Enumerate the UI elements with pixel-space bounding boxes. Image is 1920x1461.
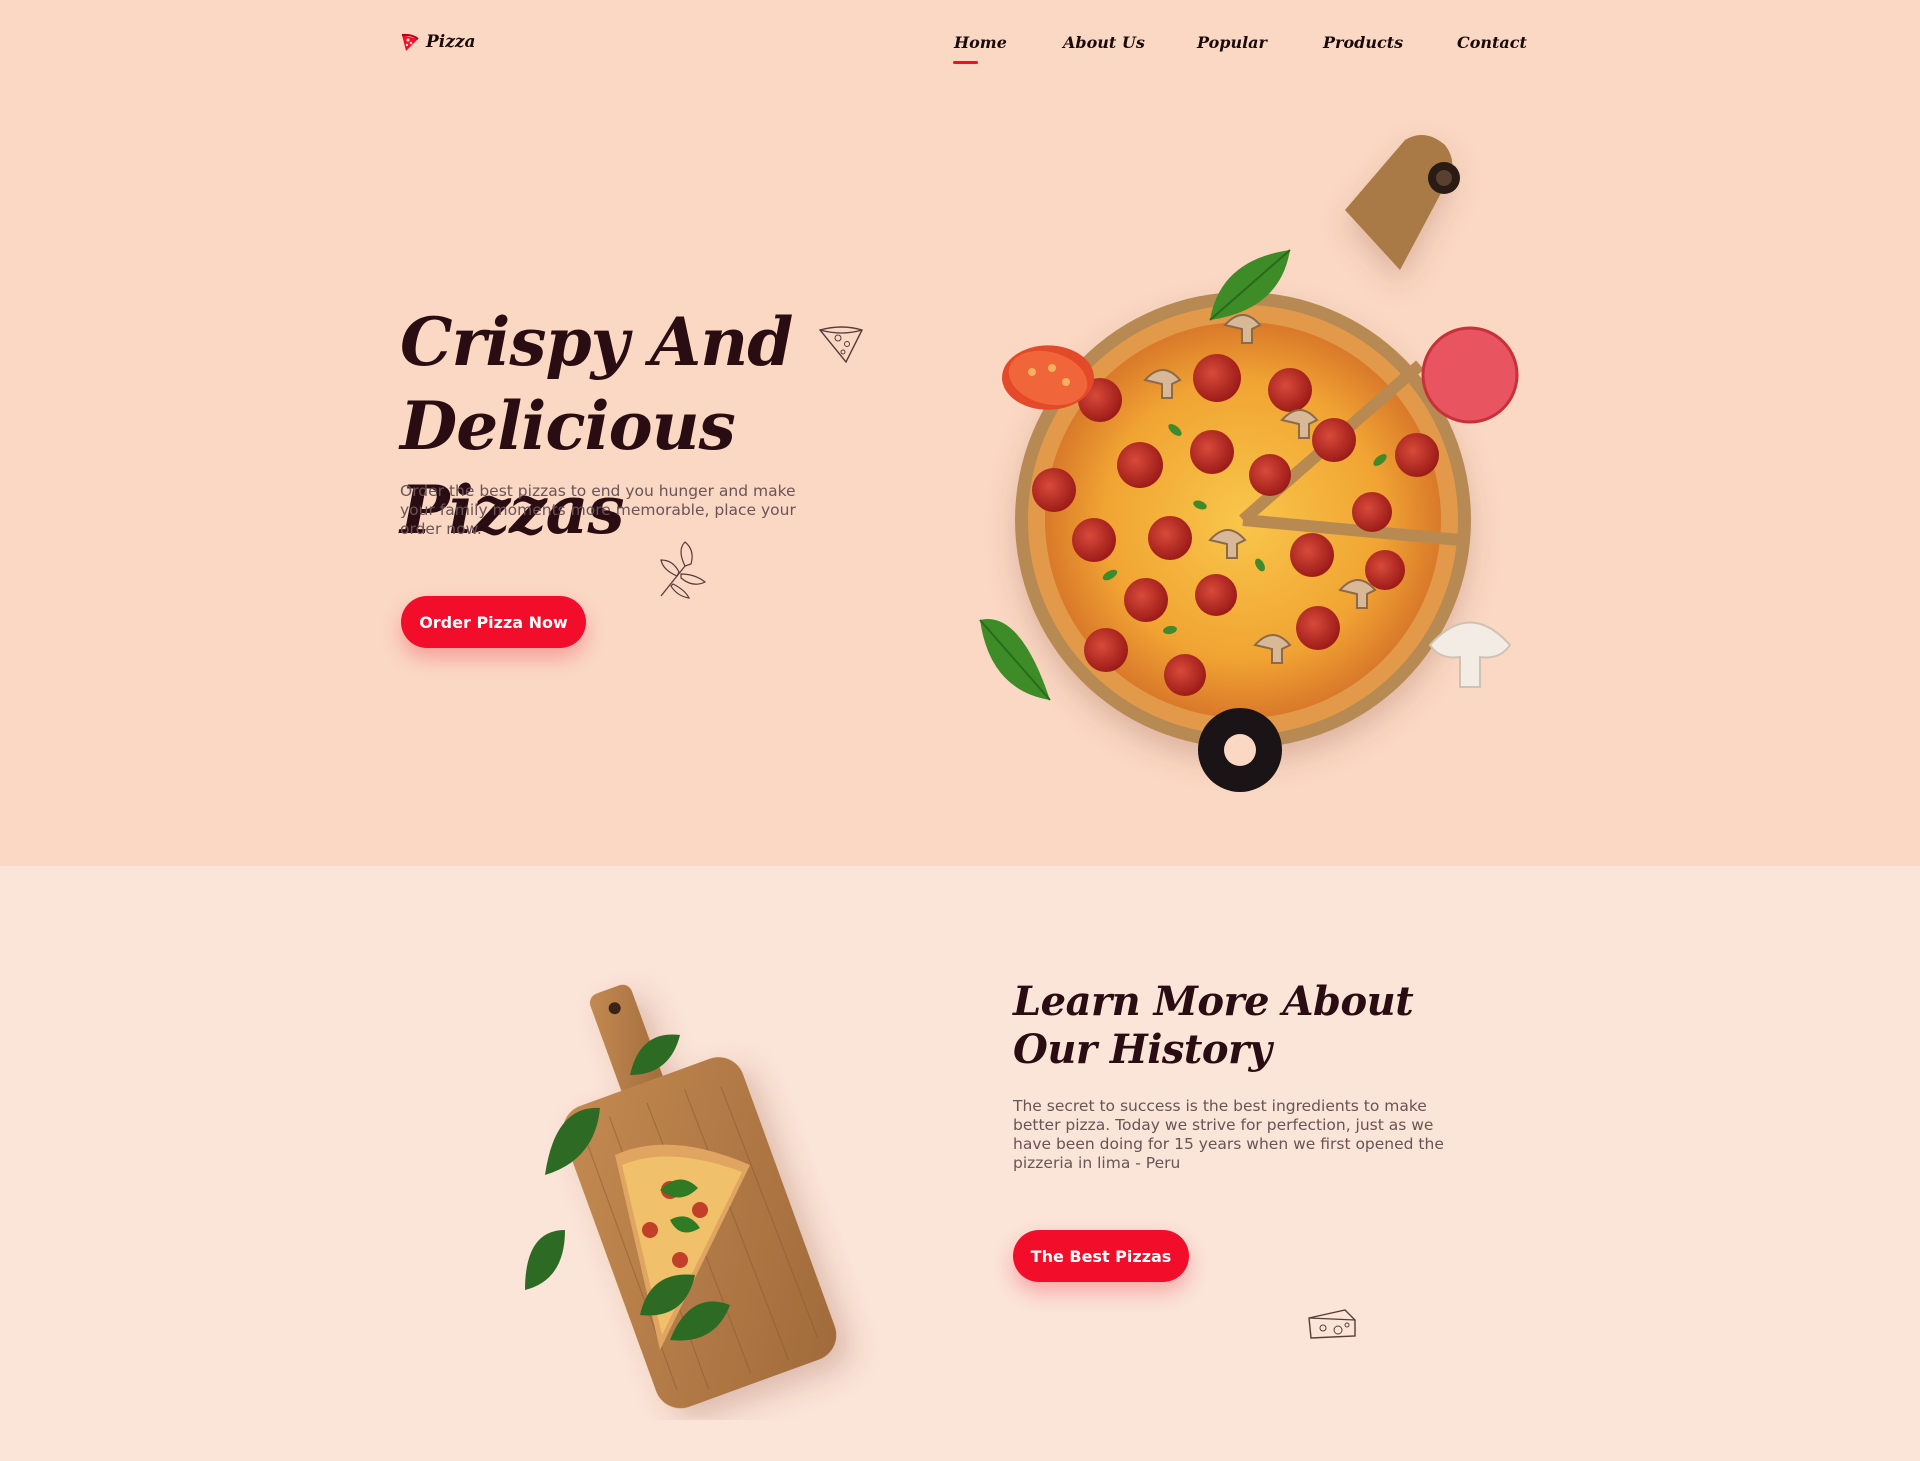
- cheese-doodle-icon: [1308, 1309, 1356, 1339]
- hero-description: Order the best pizzas to end you hunger …: [400, 482, 796, 538]
- about-section: [0, 866, 1920, 1461]
- hero-title-line-1: Crispy And: [400, 303, 793, 381]
- nav-contact[interactable]: Contact: [1457, 33, 1527, 52]
- order-pizza-button[interactable]: Order Pizza Now: [401, 596, 586, 648]
- basil-leaf-doodle-icon: [660, 541, 707, 599]
- nav-home[interactable]: Home: [954, 33, 1007, 52]
- pizza-on-board-image: [960, 120, 1530, 820]
- nav-popular[interactable]: Popular: [1197, 33, 1267, 52]
- main-nav: Home About Us Popular Products Contact: [0, 33, 1920, 73]
- hero-section: Pizza Home About Us Popular Products Con…: [0, 0, 1920, 866]
- nav-products[interactable]: Products: [1323, 33, 1403, 52]
- pizza-slice-on-board-image: [520, 960, 880, 1420]
- about-title-line-1: Learn More About: [1013, 978, 1414, 1025]
- active-nav-indicator: [953, 61, 978, 64]
- about-description: The secret to success is the best ingred…: [1013, 1097, 1444, 1172]
- best-pizzas-button[interactable]: The Best Pizzas: [1013, 1230, 1189, 1282]
- about-title: Learn More About Our History: [1013, 978, 1433, 1074]
- about-title-line-2: Our History: [1013, 1026, 1272, 1073]
- pizza-slice-doodle-icon: [818, 326, 863, 364]
- nav-about-us[interactable]: About Us: [1063, 33, 1145, 52]
